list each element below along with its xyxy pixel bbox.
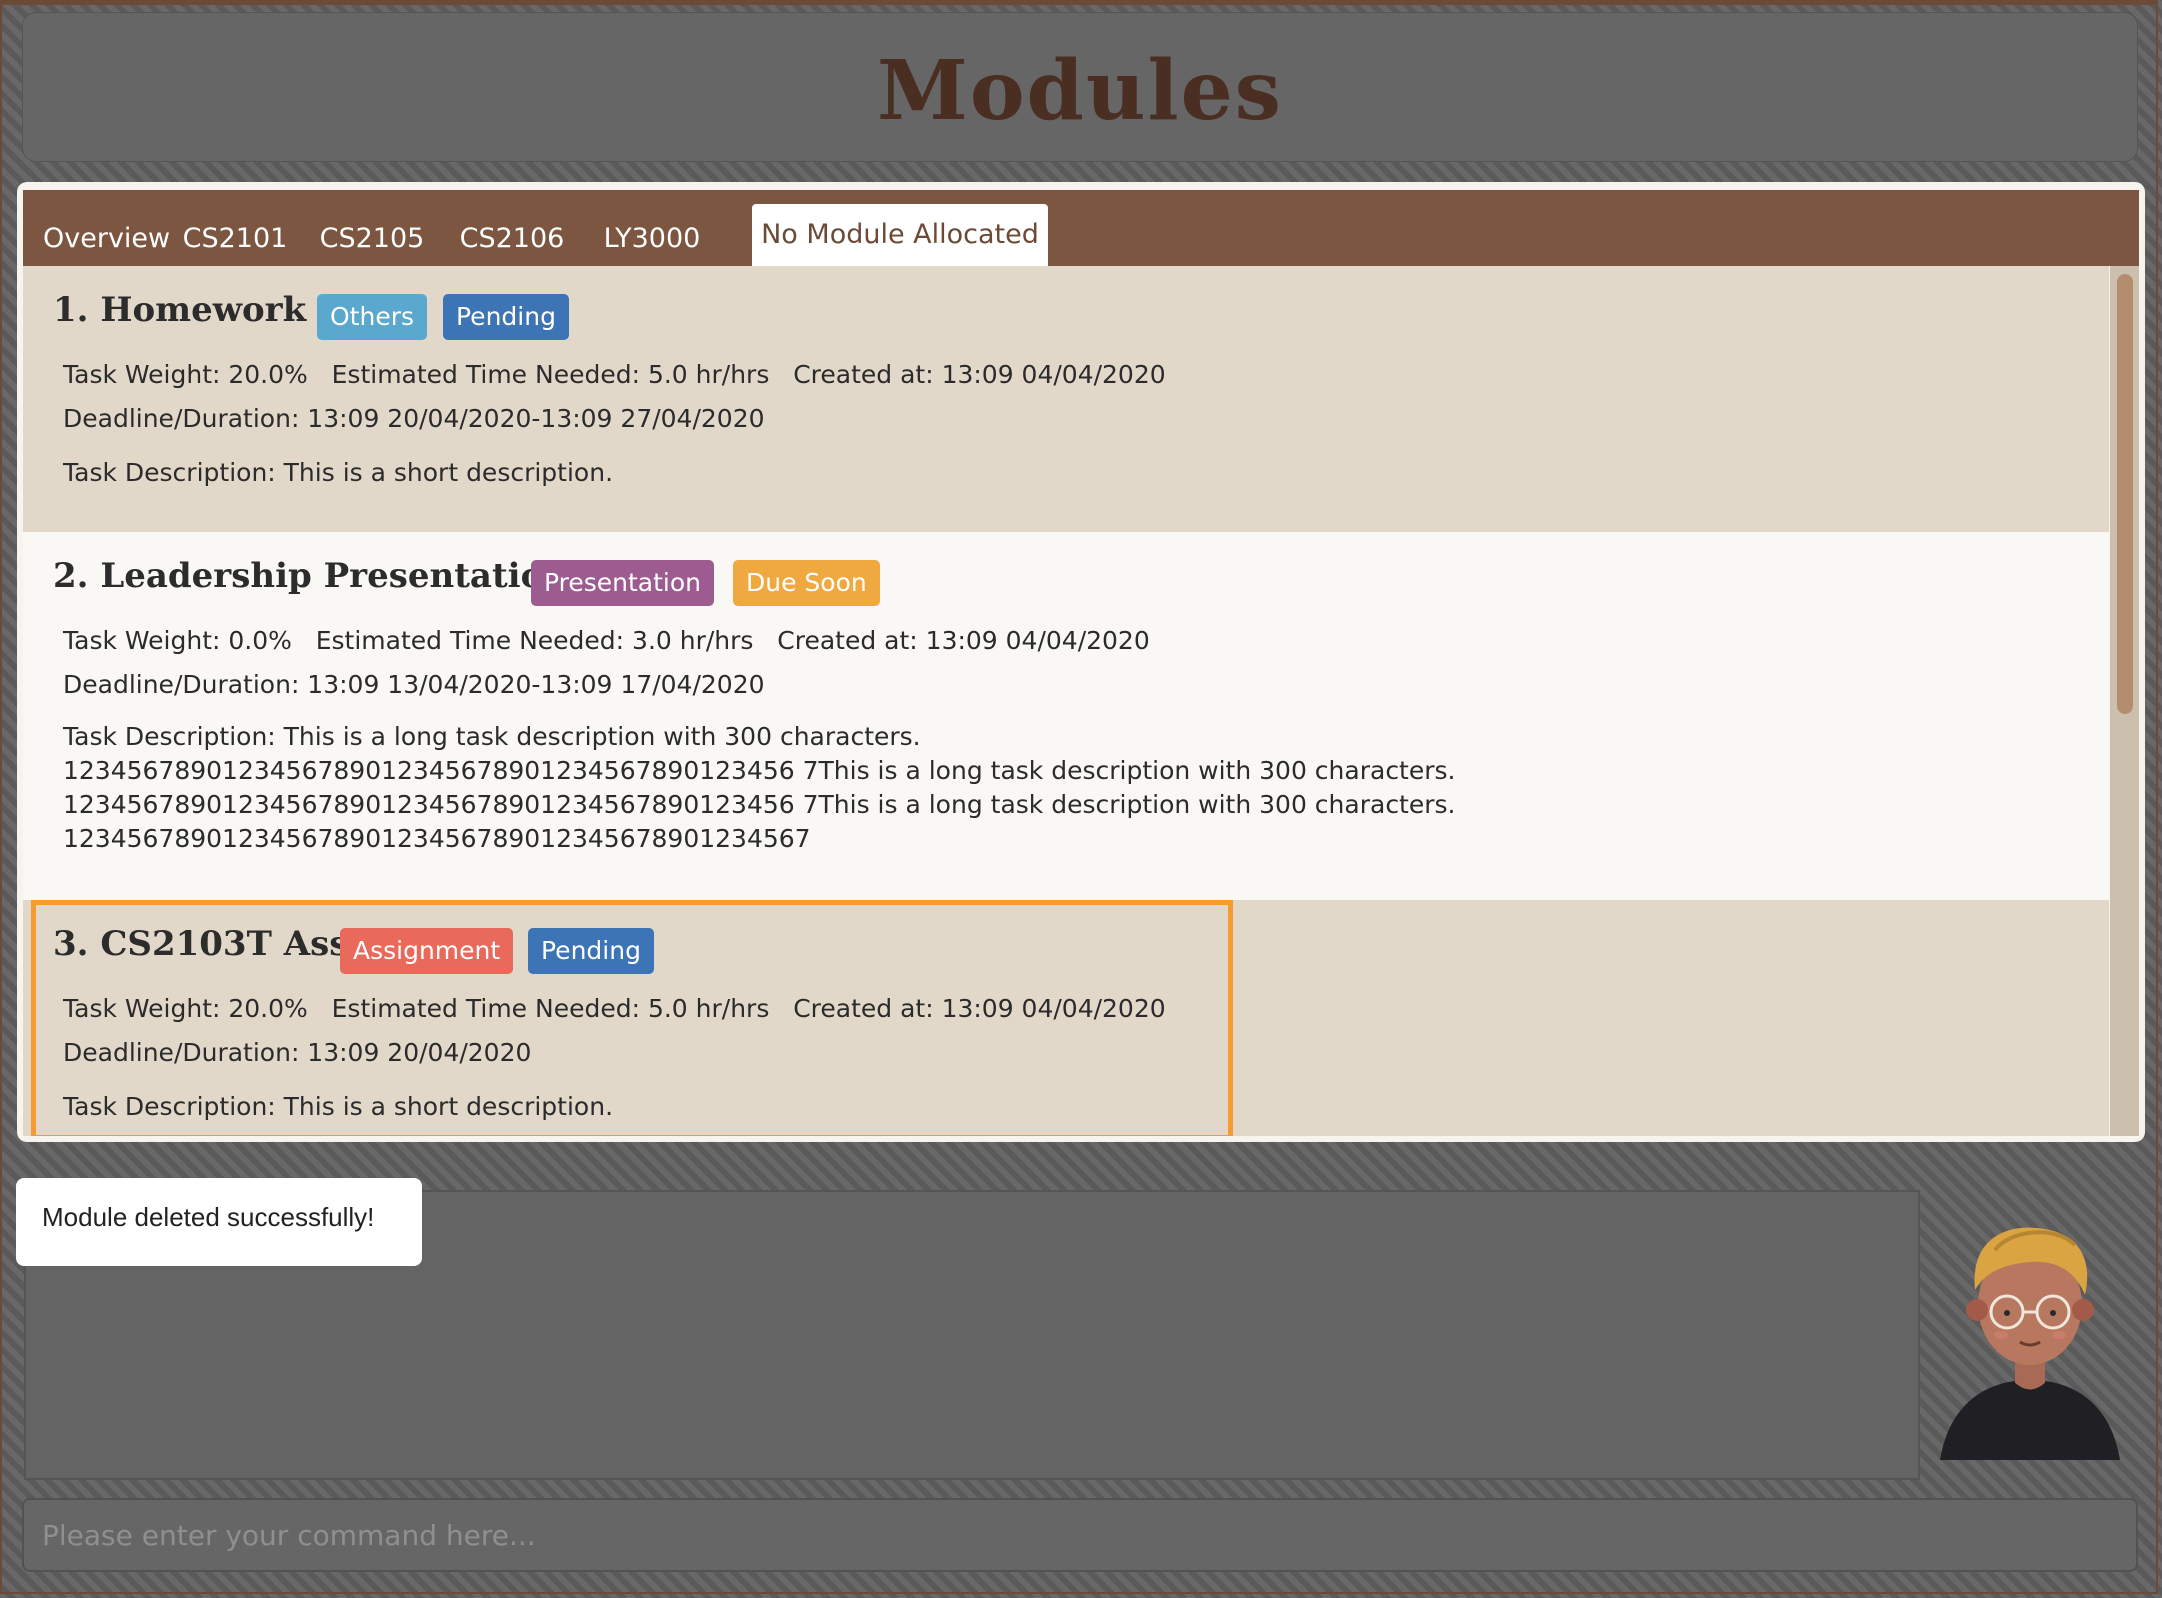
title-bar: Modules [22,12,2138,162]
task-description: Task Description: This is a short descri… [63,1092,614,1121]
task-status-tag: Pending [528,928,654,974]
page-title: Modules [877,43,1283,139]
tab-bar: Overview CS2101 CS2105 CS2106 LY3000 No … [23,190,2139,266]
scrollbar[interactable] [2110,266,2139,1136]
task-card[interactable]: 2. Leadership Presentation 1 Presentatio… [23,532,2109,900]
task-card-selected[interactable]: 3. CS2103T Ass 1 Assignment Pending Task… [23,900,2109,1136]
task-info: Task Weight: 20.0% Estimated Time Needed… [63,360,1166,389]
tab-cs2106[interactable]: CS2106 [457,212,567,266]
module-tab-panel: Overview CS2101 CS2105 CS2106 LY3000 No … [17,182,2145,1142]
task-type-tag: Others [317,294,428,340]
task-info: Task Weight: 20.0% Estimated Time Needed… [63,994,1166,1023]
task-description: Task Description: This is a long task de… [63,722,1456,853]
task-title: 2. Leadership Presentation 1 [53,556,604,596]
tab-no-module-allocated[interactable]: No Module Allocated [752,204,1048,266]
task-description: Task Description: This is a short descri… [63,458,614,487]
command-input[interactable] [22,1498,2138,1572]
task-status-tag: Pending [443,294,569,340]
task-deadline: Deadline/Duration: 13:09 20/04/2020 [63,1038,532,1067]
tab-cs2105[interactable]: CS2105 [317,212,427,266]
task-type-tag: Assignment [340,928,514,974]
tab-ly3000[interactable]: LY3000 [597,212,707,266]
task-deadline: Deadline/Duration: 13:09 13/04/2020-13:0… [63,670,765,699]
task-list[interactable]: 1. Homework 1 Others Pending Task Weight… [23,266,2109,1136]
task-status-tag: Due Soon [733,560,880,606]
feedback-message: Module deleted successfully! [42,1202,375,1232]
tab-overview[interactable]: Overview [43,212,170,266]
scrollbar-thumb[interactable] [2117,274,2133,714]
feedback-message-box: Module deleted successfully! [16,1178,422,1266]
tab-cs2101[interactable]: CS2101 [181,212,289,266]
task-card[interactable]: 1. Homework 1 Others Pending Task Weight… [23,266,2109,532]
task-deadline: Deadline/Duration: 13:09 20/04/2020-13:0… [63,404,765,433]
task-type-tag: Presentation [531,560,715,606]
task-title: 3. CS2103T Ass 1 [53,924,384,964]
avatar [1940,1227,2120,1460]
task-title: 1. Homework 1 [53,290,342,330]
task-info: Task Weight: 0.0% Estimated Time Needed:… [63,626,1150,655]
